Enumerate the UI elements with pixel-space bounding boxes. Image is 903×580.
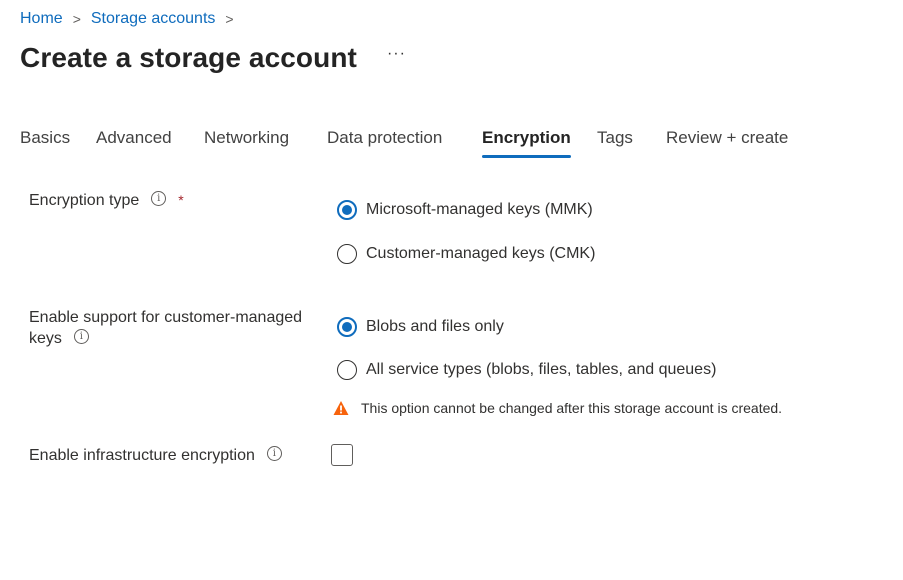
chevron-right-icon: > [72,11,81,27]
title-row: Create a storage account ··· [20,42,406,74]
more-options-button[interactable]: ··· [387,45,406,63]
tab-bar: Basics Advanced Networking Data protecti… [20,126,820,162]
cmk-support-label: Enable support for customer-managed keys… [29,307,302,349]
encryption-type-label-text: Encryption type [29,192,140,209]
radio-label: All service types (blobs, files, tables,… [366,361,717,378]
infrastructure-encryption-label: Enable infrastructure encryption i [29,445,282,466]
radio-label: Customer-managed keys (CMK) [366,245,596,262]
tab-tags[interactable]: Tags [597,126,633,158]
page-title: Create a storage account [20,42,357,73]
required-marker: * [178,192,184,208]
radio-button-unchecked[interactable] [337,244,357,264]
breadcrumb-storage-accounts[interactable]: Storage accounts [91,10,216,28]
tab-advanced[interactable]: Advanced [96,126,172,158]
breadcrumb-home[interactable]: Home [20,10,63,28]
radio-button-checked[interactable] [337,200,357,220]
warning-icon [333,401,349,415]
info-icon[interactable]: i [266,446,282,462]
infrastructure-encryption-label-text: Enable infrastructure encryption [29,447,255,464]
radio-label: Microsoft-managed keys (MMK) [366,201,593,218]
radio-microsoft-managed-keys[interactable]: Microsoft-managed keys (MMK) [337,200,593,220]
info-icon[interactable]: i [73,329,89,345]
breadcrumb: Home > Storage accounts > [20,10,244,28]
cmk-support-label-line2: keys [29,330,62,347]
warning-message: This option cannot be changed after this… [333,400,782,416]
infrastructure-encryption-checkbox[interactable] [331,444,353,466]
radio-label: Blobs and files only [366,318,504,335]
radio-button-checked[interactable] [337,317,357,337]
radio-dot [342,205,352,215]
encryption-type-label: Encryption type i * [29,190,184,211]
radio-blobs-files-only[interactable]: Blobs and files only [337,317,504,337]
cmk-support-label-line1: Enable support for customer-managed [29,309,303,326]
tab-review-create[interactable]: Review + create [666,126,788,158]
tab-networking[interactable]: Networking [204,126,289,158]
tab-basics[interactable]: Basics [20,126,70,158]
warning-text: This option cannot be changed after this… [361,400,783,416]
radio-button-unchecked[interactable] [337,360,357,380]
tab-data-protection[interactable]: Data protection [327,126,442,158]
radio-all-service-types[interactable]: All service types (blobs, files, tables,… [337,360,716,380]
info-icon[interactable]: i [151,191,167,207]
chevron-right-icon: > [225,11,234,27]
radio-customer-managed-keys[interactable]: Customer-managed keys (CMK) [337,244,595,264]
radio-dot [342,322,352,332]
tab-encryption[interactable]: Encryption [482,126,571,158]
